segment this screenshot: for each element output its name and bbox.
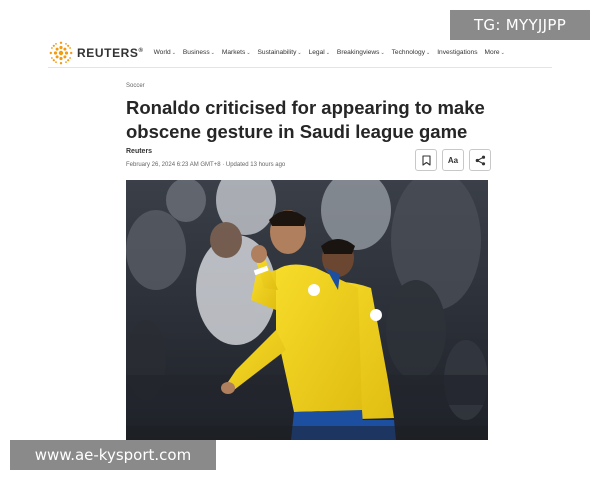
article-photo bbox=[126, 180, 488, 440]
reuters-logo[interactable]: REUTERS® bbox=[48, 40, 144, 66]
article-author[interactable]: Reuters bbox=[126, 148, 152, 155]
share-button[interactable] bbox=[469, 149, 491, 171]
nav-item-business[interactable]: Business ⌄ bbox=[183, 49, 215, 56]
nav-item-markets[interactable]: Markets ⌄ bbox=[222, 49, 251, 56]
bookmark-button[interactable] bbox=[415, 149, 437, 171]
headline-line-1: Ronaldo criticised for appearing to make bbox=[126, 97, 485, 118]
article-headline: Ronaldo criticised for appearing to make… bbox=[126, 96, 496, 144]
nav-item-investigations[interactable]: Investigations bbox=[437, 49, 477, 56]
chevron-down-icon: ⌄ bbox=[426, 49, 431, 56]
nav-item-breakingviews[interactable]: Breakingviews ⌄ bbox=[337, 49, 385, 56]
chevron-down-icon: ⌄ bbox=[500, 49, 505, 56]
nav-item-technology[interactable]: Technology ⌄ bbox=[392, 49, 431, 56]
bookmark-icon bbox=[421, 154, 431, 166]
chevron-down-icon: ⌄ bbox=[380, 49, 385, 56]
article-tools: Aa bbox=[410, 149, 491, 171]
chevron-down-icon: ⌄ bbox=[171, 49, 176, 56]
watermark-bottom: www.ae-kysport.com bbox=[10, 440, 216, 470]
chevron-down-icon: ⌄ bbox=[297, 49, 302, 56]
chevron-down-icon: ⌄ bbox=[210, 49, 215, 56]
nav-item-sustainability[interactable]: Sustainability ⌄ bbox=[258, 49, 302, 56]
nav-item-world[interactable]: World ⌄ bbox=[154, 49, 176, 56]
ronaldo-celebration-photo bbox=[126, 180, 488, 440]
font-size-label: Aa bbox=[447, 155, 459, 165]
nav-menu: World ⌄ Business ⌄ Markets ⌄ Sustainability… bbox=[154, 49, 512, 56]
logo-wordmark: REUTERS® bbox=[77, 45, 144, 60]
chevron-down-icon: ⌄ bbox=[325, 49, 330, 56]
watermark-top: TG: MYYJJPP bbox=[450, 10, 590, 40]
reuters-dot-logo-icon bbox=[49, 41, 73, 64]
share-icon bbox=[475, 155, 485, 165]
font-size-button[interactable]: Aa bbox=[442, 149, 464, 171]
article-dateline: February 26, 2024 6:23 AM GMT+8 · Update… bbox=[126, 162, 286, 168]
chevron-down-icon: ⌄ bbox=[246, 49, 251, 56]
nav-item-legal[interactable]: Legal ⌄ bbox=[309, 49, 330, 56]
headline-line-2: obscene gesture in Saudi league game bbox=[126, 121, 468, 142]
top-navigation: REUTERS® World ⌄ Business ⌄ Markets ⌄ Susta… bbox=[48, 38, 552, 68]
nav-item-more[interactable]: More ⌄ bbox=[485, 49, 505, 56]
article-category[interactable]: Soccer bbox=[126, 83, 145, 89]
